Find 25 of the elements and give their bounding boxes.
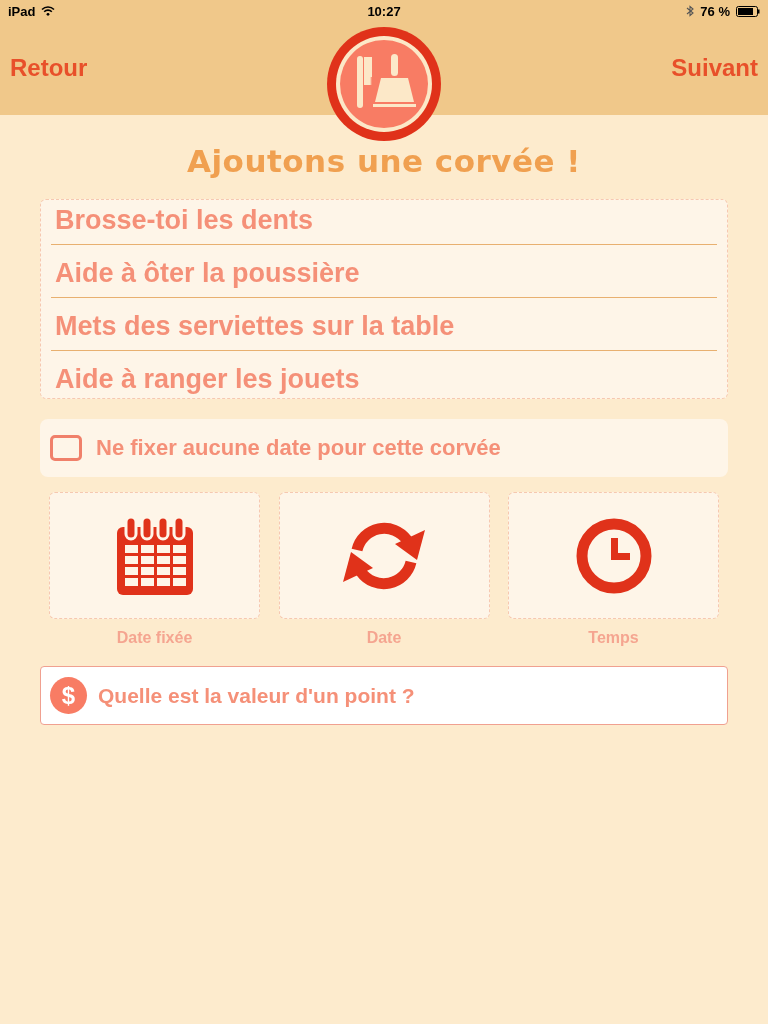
chore-item[interactable]: Aide à ôter la poussière	[51, 245, 717, 297]
back-button[interactable]: Retour	[10, 53, 88, 82]
option-label: Date	[366, 629, 402, 647]
device-name: iPad	[8, 3, 36, 19]
option-tile[interactable]	[278, 492, 490, 619]
status-time: 10:27	[367, 3, 401, 19]
battery-icon	[736, 5, 760, 17]
chore-item[interactable]: Mets des serviettes sur la table	[51, 298, 717, 350]
checkbox[interactable]	[50, 435, 82, 461]
bluetooth-icon	[686, 5, 695, 17]
chore-item[interactable]: Aide à ranger les jouets	[51, 351, 717, 398]
option-tile[interactable]	[49, 492, 260, 619]
battery-percent: 76 %	[700, 3, 730, 19]
chore-item[interactable]: Brosse-toi les dents	[51, 200, 717, 244]
cleaning-tools-logo-icon	[326, 26, 442, 142]
no-date-option[interactable]: Ne fixer aucune date pour cette corvée	[40, 419, 728, 477]
next-button[interactable]: Suivant	[671, 53, 758, 82]
option-tile[interactable]	[508, 492, 719, 619]
calendar-icon	[116, 516, 193, 595]
wifi-icon	[41, 6, 56, 16]
option-label: Temps	[588, 629, 639, 647]
page-title: Ajoutons une corvée !	[186, 143, 582, 181]
option-label: Date fixée	[116, 629, 193, 647]
clock-icon	[575, 517, 652, 594]
no-date-label: Ne fixer aucune date pour cette corvée	[96, 435, 501, 461]
